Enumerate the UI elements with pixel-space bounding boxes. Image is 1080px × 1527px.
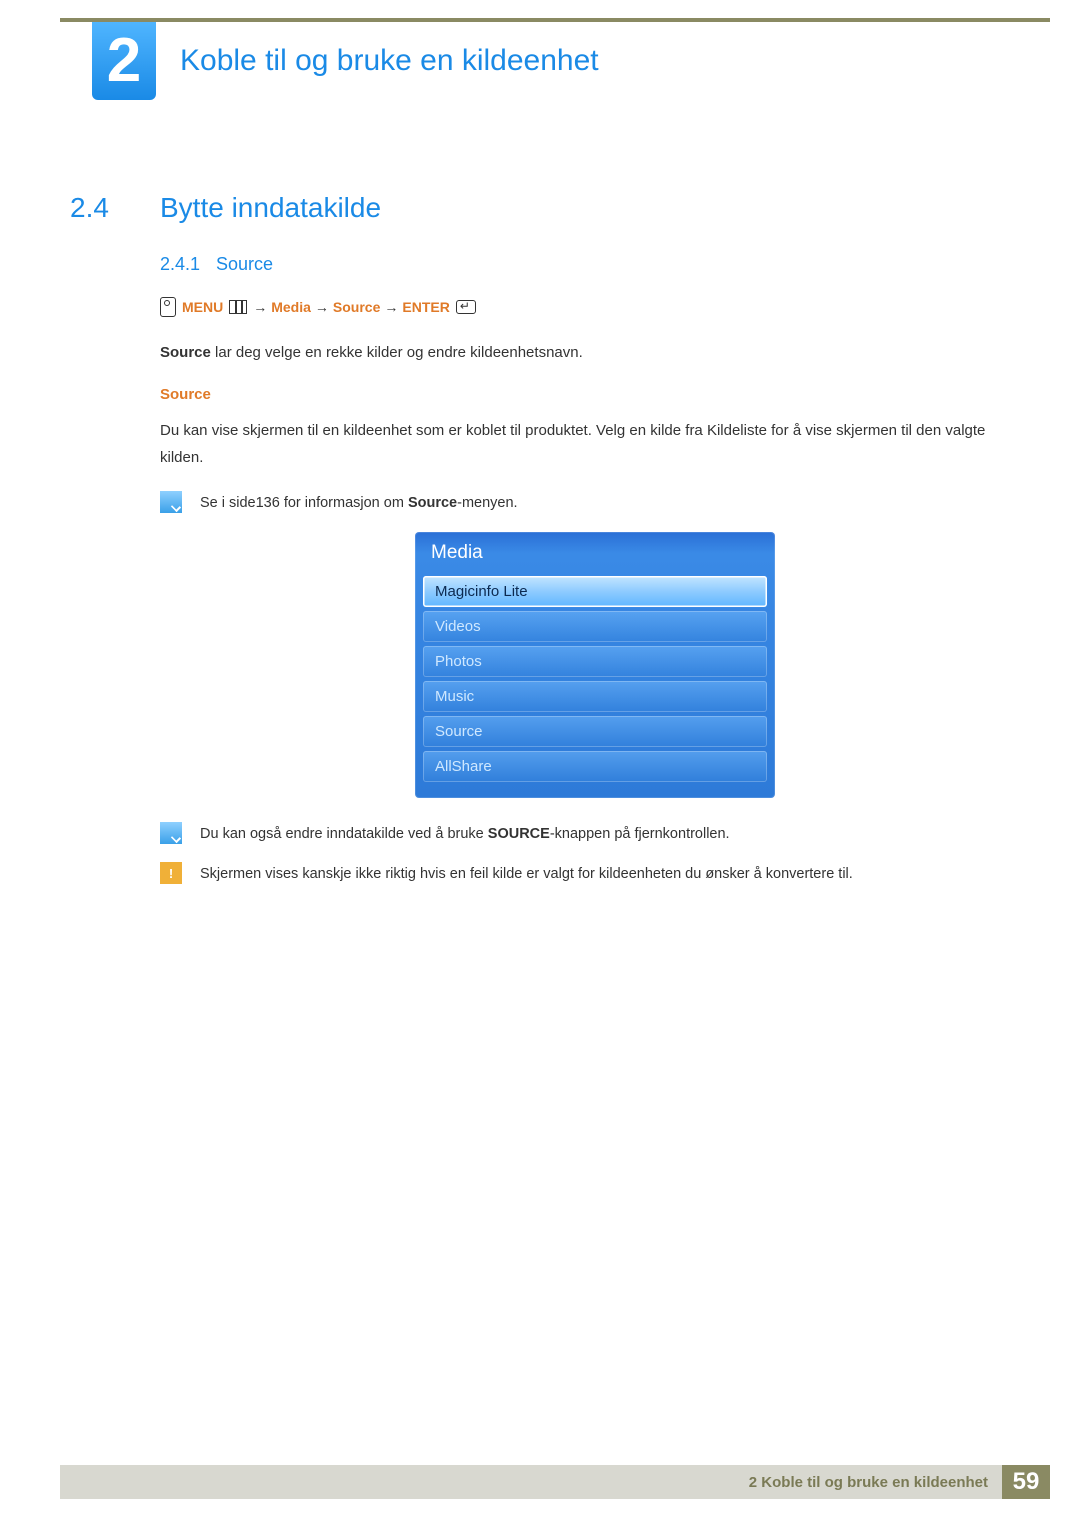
- menu-grid-icon: [229, 300, 247, 314]
- chapter-number: 2: [107, 30, 141, 92]
- menu-path: MENU → Media → Source → ENTER: [160, 297, 1030, 317]
- path-arrow1: →: [253, 299, 267, 315]
- footer-page-number: 59: [1002, 1465, 1050, 1499]
- subsection-title: Source: [216, 254, 273, 274]
- subsection: 2.4.1Source MENU → Media → Source → ENTE…: [160, 254, 1030, 887]
- note1-bold: Source: [408, 495, 457, 511]
- chapter-tab: 2: [92, 22, 156, 100]
- note-info-2: Du kan også endre inndatakilde ved å bru…: [160, 822, 1030, 847]
- intro-bold: Source: [160, 344, 211, 361]
- footer-label: 2 Koble til og bruke en kildeenhet: [735, 1465, 1002, 1499]
- note2-bold: SOURCE: [488, 826, 550, 842]
- section-title: Bytte inndatakilde: [160, 192, 381, 224]
- media-menu-item[interactable]: Photos: [423, 646, 767, 677]
- note2-pre: Du kan også endre inndatakilde ved å bru…: [200, 826, 488, 842]
- path-menu: MENU: [182, 299, 223, 315]
- info-icon: [160, 822, 182, 844]
- info-icon: [160, 491, 182, 513]
- source-body: Du kan vise skjermen til en kildeenhet s…: [160, 417, 1030, 471]
- media-menu-item[interactable]: Music: [423, 681, 767, 712]
- path-source: Source: [333, 299, 380, 315]
- subsection-number: 2.4.1: [160, 254, 216, 275]
- note1-text: Se i side136 for informasjon om Source-m…: [200, 491, 518, 516]
- source-heading: Source: [160, 386, 1030, 403]
- subsection-heading: 2.4.1Source: [160, 254, 1030, 275]
- path-arrow2: →: [315, 299, 329, 315]
- content-area: 2.4 Bytte inndatakilde 2.4.1Source MENU …: [70, 192, 1030, 903]
- note2-text: Du kan også endre inndatakilde ved å bru…: [200, 822, 730, 847]
- path-media: Media: [271, 299, 311, 315]
- media-menu-item[interactable]: AllShare: [423, 751, 767, 782]
- enter-icon: [456, 300, 476, 314]
- media-menu-item[interactable]: Source: [423, 716, 767, 747]
- page-footer: 2 Koble til og bruke en kildeenhet 59: [60, 1465, 1050, 1499]
- note1-post: -menyen.: [457, 495, 517, 511]
- section-number: 2.4: [70, 192, 160, 224]
- remote-icon: [160, 297, 176, 317]
- media-menu-title: Media: [415, 532, 775, 572]
- page-frame: 2 Koble til og bruke en kildeenhet 2.4 B…: [60, 18, 1050, 1527]
- footer-bar: [60, 1465, 735, 1499]
- note2-post: -knappen på fjernkontrollen.: [550, 826, 730, 842]
- chapter-title: Koble til og bruke en kildeenhet: [180, 44, 599, 78]
- intro-rest: lar deg velge en rekke kilder og endre k…: [211, 344, 583, 361]
- media-menu-panel: Media Magicinfo Lite Videos Photos Music Sou…: [415, 532, 775, 798]
- path-enter: ENTER: [402, 299, 449, 315]
- warn-text: Skjermen vises kanskje ikke riktig hvis …: [200, 862, 853, 887]
- media-menu-item[interactable]: Magicinfo Lite: [423, 576, 767, 607]
- section-row: 2.4 Bytte inndatakilde: [70, 192, 1030, 224]
- note1-pre: Se i side136 for informasjon om: [200, 495, 408, 511]
- note-warning: ! Skjermen vises kanskje ikke riktig hvi…: [160, 862, 1030, 887]
- media-menu-item[interactable]: Videos: [423, 611, 767, 642]
- path-arrow3: →: [384, 299, 398, 315]
- note-info-1: Se i side136 for informasjon om Source-m…: [160, 491, 1030, 516]
- intro-text: Source lar deg velge en rekke kilder og …: [160, 339, 1030, 366]
- media-menu-items: Magicinfo Lite Videos Photos Music Source All…: [415, 576, 775, 782]
- warning-icon: !: [160, 862, 182, 884]
